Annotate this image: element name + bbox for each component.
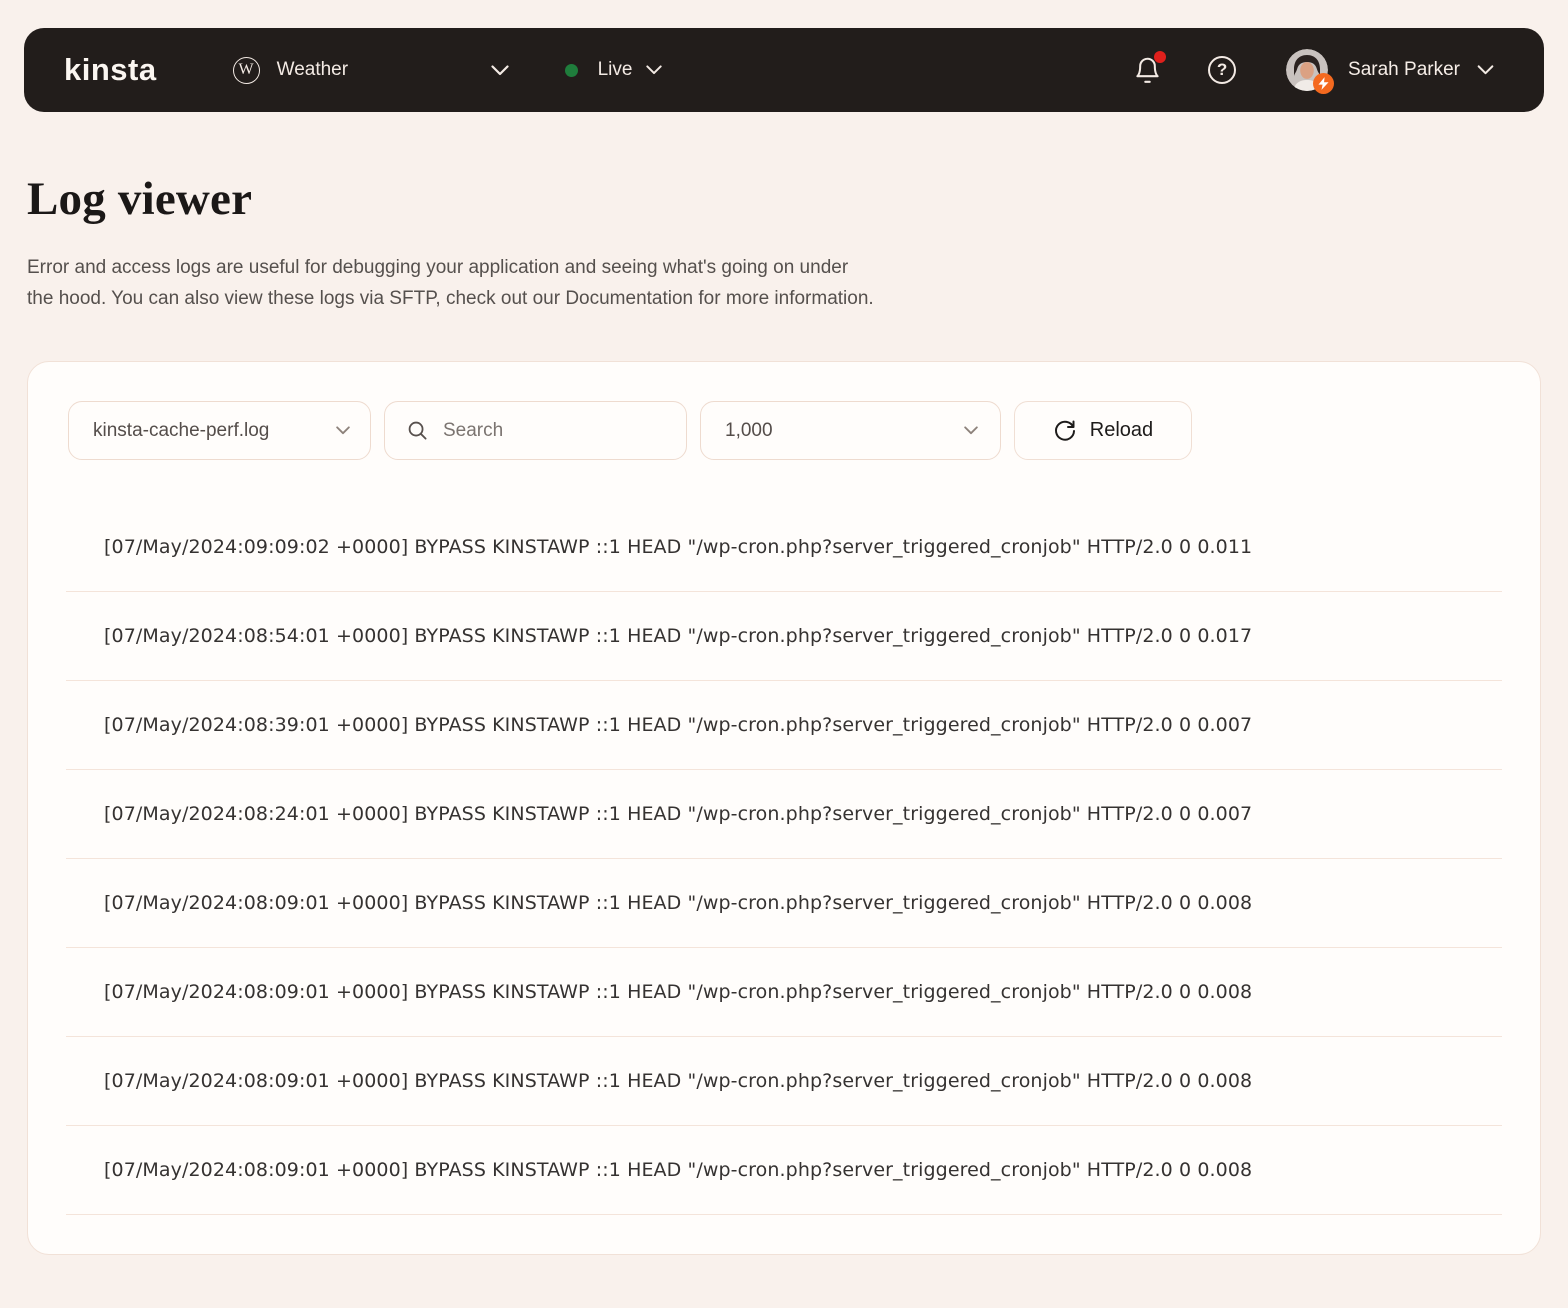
wordpress-icon: W: [233, 57, 260, 84]
reload-button[interactable]: Reload: [1014, 401, 1192, 460]
top-navbar: kinsta W Weather Live ?: [24, 28, 1544, 112]
search-input[interactable]: [443, 420, 643, 442]
chevron-down-icon: [1477, 65, 1494, 75]
line-count-select[interactable]: 1,000: [700, 401, 1001, 460]
log-row: [07/May/2024:08:09:01 +0000] BYPASS KINS…: [66, 1126, 1502, 1215]
reload-button-label: Reload: [1090, 419, 1153, 442]
question-mark-icon: ?: [1217, 60, 1227, 80]
log-row: [07/May/2024:08:09:01 +0000] BYPASS KINS…: [66, 948, 1502, 1037]
log-row: [07/May/2024:08:54:01 +0000] BYPASS KINS…: [66, 592, 1502, 681]
avatar: [1286, 49, 1328, 91]
site-selector-label: Weather: [277, 59, 348, 81]
log-row: [07/May/2024:08:09:01 +0000] BYPASS KINS…: [66, 1037, 1502, 1126]
help-button[interactable]: ?: [1208, 56, 1236, 84]
log-file-select[interactable]: kinsta-cache-perf.log: [68, 401, 371, 460]
lightning-bolt-icon: [1313, 73, 1334, 94]
chevron-down-icon: [964, 426, 978, 435]
site-selector-dropdown[interactable]: W Weather: [233, 57, 509, 84]
page-description-line-1: Error and access logs are useful for deb…: [27, 252, 1568, 283]
page-description: Error and access logs are useful for deb…: [27, 252, 1568, 314]
chevron-down-icon: [491, 65, 509, 76]
chevron-down-icon: [646, 65, 662, 75]
log-row: [07/May/2024:08:24:01 +0000] BYPASS KINS…: [66, 770, 1502, 859]
navbar-right-actions: ? Sarah Parker: [1134, 49, 1494, 91]
log-viewer-card: kinsta-cache-perf.log 1,000 Reload [07/M…: [27, 361, 1541, 1255]
environment-label: Live: [598, 59, 633, 81]
log-row: [07/May/2024:08:39:01 +0000] BYPASS KINS…: [66, 681, 1502, 770]
line-count-value: 1,000: [725, 420, 773, 442]
reload-icon: [1053, 419, 1077, 443]
environment-selector-dropdown[interactable]: Live: [565, 59, 663, 81]
page-description-line-2: the hood. You can also view these logs v…: [27, 283, 1568, 314]
log-row: [07/May/2024:09:09:02 +0000] BYPASS KINS…: [66, 503, 1502, 592]
chevron-down-icon: [336, 426, 350, 435]
notification-badge: [1154, 51, 1166, 63]
log-controls: kinsta-cache-perf.log 1,000 Reload: [28, 362, 1540, 460]
log-file-select-value: kinsta-cache-perf.log: [93, 420, 269, 442]
search-icon: [407, 420, 428, 441]
user-name: Sarah Parker: [1348, 59, 1460, 81]
kinsta-logo[interactable]: kinsta: [64, 52, 157, 88]
green-status-dot-icon: [565, 64, 578, 77]
log-list: [07/May/2024:09:09:02 +0000] BYPASS KINS…: [28, 503, 1540, 1215]
user-menu[interactable]: Sarah Parker: [1286, 49, 1494, 91]
notifications-button[interactable]: [1134, 55, 1161, 85]
page-title: Log viewer: [27, 172, 1568, 226]
log-row: [07/May/2024:08:09:01 +0000] BYPASS KINS…: [66, 859, 1502, 948]
log-search-field[interactable]: [384, 401, 687, 460]
